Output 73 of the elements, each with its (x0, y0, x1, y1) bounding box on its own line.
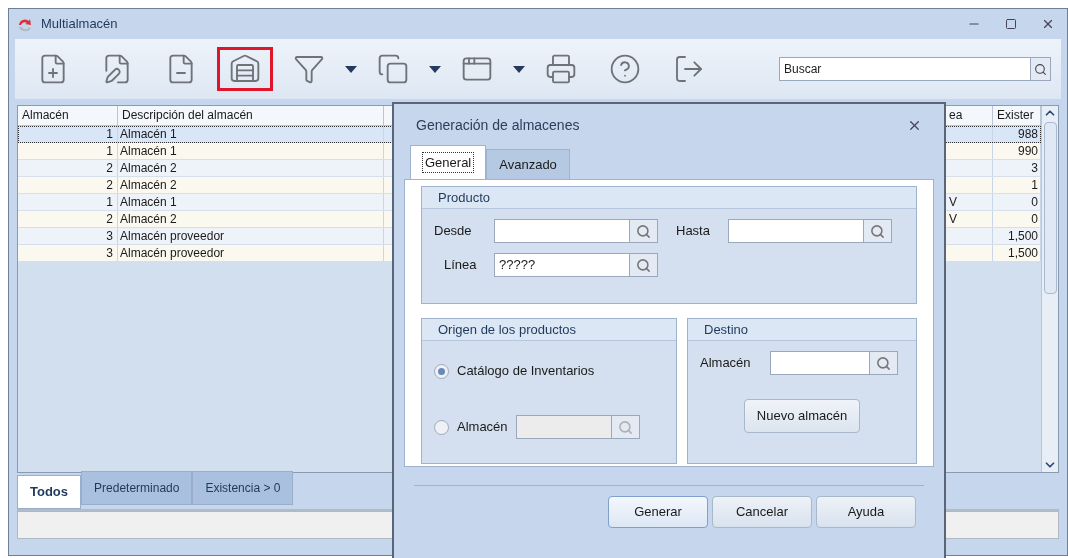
table-cell: 2 (18, 177, 118, 193)
group-title: Origen de los productos (438, 320, 577, 339)
table-cell: Almacén proveedor (118, 245, 384, 261)
exit-door-icon (673, 53, 705, 85)
dialog-title: Generación de almacenes (416, 115, 581, 135)
search-icon (636, 257, 651, 273)
toolbar-button[interactable] (217, 47, 273, 91)
warehouse-icon (229, 53, 261, 85)
help-icon (609, 53, 641, 85)
lookup-field[interactable] (728, 219, 892, 243)
table-cell: Almacén 2 (118, 160, 384, 176)
search-icon (870, 223, 885, 239)
lookup-field[interactable] (494, 219, 658, 243)
table-cell: 3 (18, 228, 118, 244)
field-value: ????? (498, 256, 537, 274)
search-button[interactable] (1031, 57, 1051, 81)
lookup-field[interactable]: ????? (494, 253, 658, 277)
radio-label: Catálogo de Inventarios (457, 362, 595, 381)
table-cell: Almacén 2 (118, 211, 384, 227)
dialog-button[interactable]: Ayuda (816, 496, 916, 528)
search-icon (1034, 62, 1047, 76)
lookup-button[interactable] (629, 220, 657, 242)
filter-tab[interactable]: Todos (17, 475, 82, 509)
lookup-field[interactable] (770, 351, 898, 375)
lookup-field[interactable] (515, 415, 640, 439)
caret-icon[interactable] (429, 65, 441, 73)
table-cell: Almacén 1 (118, 194, 384, 210)
radio-button[interactable] (434, 419, 449, 435)
filter-tab[interactable]: Predeterminado (81, 471, 193, 505)
table-cell: 1 (18, 143, 118, 159)
search-icon (876, 355, 891, 371)
table-cell: 3 (18, 245, 118, 261)
dialog-tab[interactable]: General (410, 145, 487, 179)
field-label: Línea (443, 256, 478, 275)
field-label: Hasta (676, 222, 711, 241)
radio-label: Almacén (457, 418, 508, 437)
table-cell: 1 (18, 126, 118, 142)
search-icon (617, 419, 633, 435)
table-cell: Almacén proveedor (118, 228, 384, 244)
radio-button[interactable] (434, 363, 449, 379)
dialog-button[interactable]: Generar (608, 496, 708, 528)
table-cell: 2 (18, 211, 118, 227)
app-logo-icon (17, 16, 33, 32)
table-cell: Almacén 1 (118, 126, 384, 142)
window-title: Multialmacén (41, 15, 119, 34)
group-title: Producto (438, 188, 491, 207)
scrollbar[interactable] (1041, 106, 1058, 472)
field-label: Almacén (700, 354, 752, 373)
caret-icon[interactable] (345, 65, 357, 73)
table-cell: 1 (18, 194, 118, 210)
lookup-button[interactable] (869, 352, 897, 374)
copy-icon (377, 53, 409, 85)
table-cell: Almacén 1 (118, 143, 384, 159)
search-icon (636, 223, 651, 239)
new-warehouse-button[interactable]: Nuevo almacén (743, 399, 861, 433)
table-cell: Almacén 2 (118, 177, 384, 193)
filter-tab[interactable]: Existencia > 0 (192, 471, 294, 505)
dialog-button[interactable]: Cancelar (712, 496, 812, 528)
scroll-thumb[interactable] (1043, 122, 1057, 294)
maximize-icon[interactable] (1005, 18, 1017, 30)
search-field[interactable]: Buscar (779, 57, 1031, 81)
printer-icon (545, 53, 577, 85)
table-cell: 2 (18, 160, 118, 176)
group-title: Destino (704, 320, 749, 339)
lookup-button[interactable] (863, 220, 891, 242)
lookup-button[interactable] (629, 254, 657, 276)
close-icon[interactable] (1041, 17, 1055, 31)
column-header[interactable]: Descripción del almacén (118, 106, 384, 125)
field-label: Desde (434, 222, 473, 241)
dialog-tab[interactable]: Avanzado (486, 149, 570, 179)
funnel-icon (293, 53, 325, 85)
caret-icon[interactable] (513, 65, 525, 73)
column-header[interactable]: Almacén (18, 106, 118, 125)
